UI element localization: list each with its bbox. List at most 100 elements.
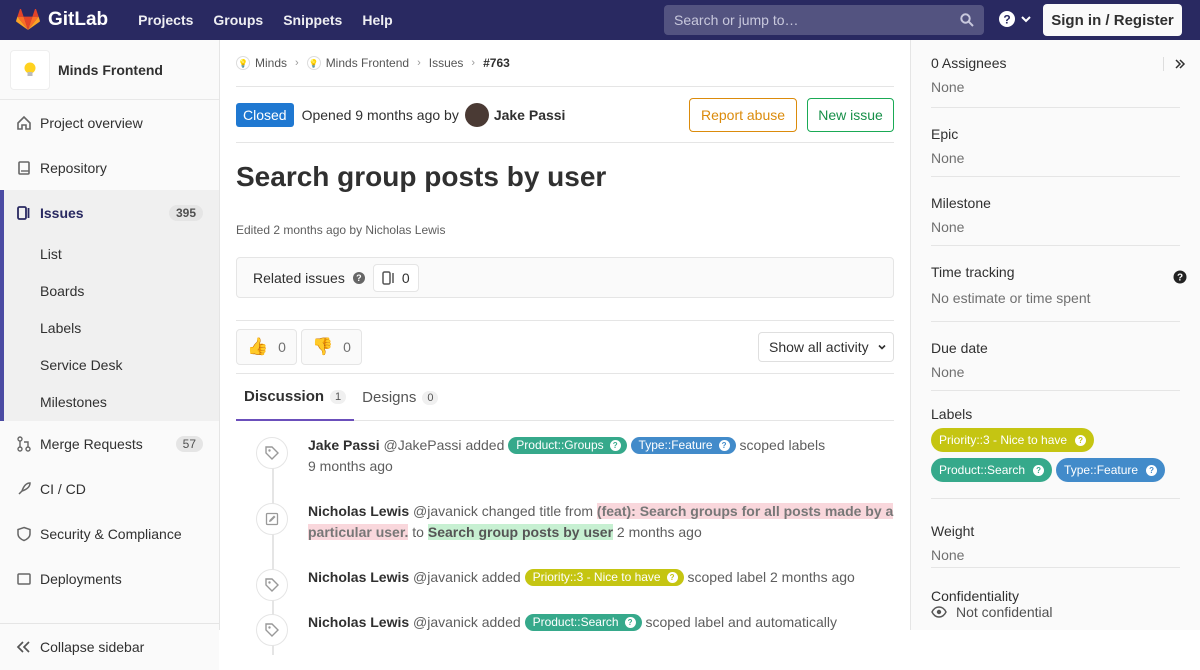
sidebar-item-deployments[interactable]: Deployments (0, 556, 219, 601)
question-icon[interactable]: ? (352, 271, 365, 284)
search-icon (960, 13, 974, 27)
note-handle[interactable]: @JakePassi (384, 437, 462, 453)
label-product-search[interactable]: Product::Search? (931, 458, 1053, 482)
lightbulb-icon (24, 62, 36, 76)
gitlab-logo[interactable]: GitLab (16, 9, 108, 31)
collapse-sidebar-button[interactable]: Collapse sidebar (0, 623, 219, 670)
time-tracking-block: Time tracking No estimate or time spent … (931, 246, 1187, 322)
note-to: to (412, 524, 424, 540)
weight-title: Weight (931, 523, 975, 539)
nav-snippets[interactable]: Snippets (283, 12, 342, 28)
question-icon: ? (718, 440, 730, 451)
new-title: Search group posts by user (427, 524, 614, 540)
note-action: added (481, 569, 521, 585)
note-time[interactable]: 2 months ago (617, 524, 702, 540)
avatar[interactable] (464, 102, 489, 127)
sidebar-issues-section: Issues 395 List Boards Labels Service De… (0, 190, 219, 421)
brand-name: GitLab (48, 9, 109, 30)
note-author[interactable]: Nicholas Lewis (308, 503, 409, 519)
issues-icon (16, 205, 32, 221)
sidebar-item-repository[interactable]: Repository (0, 145, 219, 190)
epic-title: Epic (931, 126, 959, 142)
nav-projects[interactable]: Projects (138, 12, 193, 28)
double-chevron-left-icon (16, 641, 30, 653)
label-text: Priority::3 - Nice to have (532, 570, 661, 584)
activity-filter-dropdown[interactable]: Show all activity (758, 332, 894, 362)
tab-designs[interactable]: Designs 0 (354, 374, 446, 421)
sidebar-subitem-boards[interactable]: Boards (4, 272, 219, 309)
related-issues-count[interactable]: 0 (372, 263, 419, 292)
help-dropdown[interactable]: ? (998, 10, 1032, 28)
sidebar-item-label: Issues (40, 204, 84, 221)
issue-author[interactable]: Jake Passi (494, 107, 566, 123)
note-handle[interactable]: @javanick (413, 569, 478, 585)
sidebar-item-issues[interactable]: Issues 395 (4, 190, 219, 235)
sidebar-item-merge-requests[interactable]: Merge Requests 57 (0, 421, 219, 466)
nav-help[interactable]: Help (362, 12, 392, 28)
issue-main: 💡 Minds › 💡 Minds Frontend › Issues › #7… (236, 40, 894, 657)
tag-icon (256, 437, 288, 469)
confidentiality-title: Confidentiality (931, 588, 1019, 604)
edited-text: Edited 2 months ago by Nicholas Lewis (236, 223, 446, 237)
note-author[interactable]: Jake Passi (308, 437, 380, 453)
project-avatar (10, 49, 50, 90)
due-date-block: Due date None (931, 322, 1180, 391)
tab-count: 1 (330, 389, 347, 404)
status-badge: Closed (236, 102, 294, 127)
sidebar-item-security[interactable]: Security & Compliance (0, 511, 219, 556)
signin-button[interactable]: Sign in / Register (1043, 4, 1182, 36)
epic-block: Epic None (931, 108, 1180, 177)
issues-count-badge: 395 (168, 204, 203, 221)
issues-icon (382, 270, 394, 285)
discussion-timeline: Jake Passi @JakePassi added Product::Gro… (236, 435, 894, 655)
system-note: Nicholas Lewis @javanick changed title f… (236, 501, 894, 543)
tab-count: 0 (422, 390, 439, 405)
note-time[interactable]: 9 months ago (308, 458, 393, 474)
tab-discussion[interactable]: Discussion 1 (236, 374, 355, 421)
system-note: Jake Passi @JakePassi added Product::Gro… (236, 435, 894, 477)
note-author[interactable]: Nicholas Lewis (308, 614, 409, 630)
breadcrumb-item[interactable]: Minds (255, 56, 287, 70)
search-input[interactable]: Search or jump to… (664, 5, 984, 35)
deploy-icon (16, 571, 32, 587)
question-icon: ? (999, 11, 1015, 27)
note-handle[interactable]: @javanick (413, 503, 478, 519)
thumbs-up-button[interactable]: 👍 0 (236, 329, 297, 365)
sidebar-subitem-milestones[interactable]: Milestones (4, 383, 219, 421)
issue-tabs: Discussion 1 Designs 0 (236, 373, 894, 421)
pencil-icon (256, 503, 288, 535)
label-type-feature[interactable]: Type::Feature? (1056, 458, 1166, 482)
nav-groups[interactable]: Groups (213, 12, 263, 28)
note-suffix: scoped label and automatically (645, 614, 837, 630)
breadcrumb-item[interactable]: Issues (429, 56, 464, 70)
breadcrumb-item[interactable]: Minds Frontend (326, 56, 409, 70)
breadcrumb-current[interactable]: #763 (483, 56, 510, 70)
system-note: Nicholas Lewis @javanick added Priority:… (236, 567, 894, 601)
report-abuse-button[interactable]: Report abuse (689, 98, 797, 132)
thumbs-down-button[interactable]: 👎 0 (301, 329, 362, 365)
related-issues-panel: Related issues ? 0 (236, 257, 894, 298)
label-text: Product::Groups (516, 438, 604, 452)
project-header[interactable]: Minds Frontend (0, 40, 219, 100)
sidebar-subitem-service-desk[interactable]: Service Desk (4, 346, 219, 383)
label-priority-3[interactable]: Priority::3 - Nice to have? (524, 569, 684, 586)
sidebar-item-ci-cd[interactable]: CI / CD (0, 466, 219, 511)
new-issue-button[interactable]: New issue (807, 98, 894, 132)
label-type-feature[interactable]: Type::Feature? (630, 437, 736, 454)
confidentiality-block: Confidentiality Not confidential (931, 568, 1180, 620)
label-product-search[interactable]: Product::Search? (524, 614, 642, 631)
question-icon: ? (624, 617, 636, 628)
eye-icon (931, 606, 947, 618)
expand-sidebar-icon[interactable] (1174, 58, 1186, 70)
question-icon[interactable]: ? (1173, 270, 1187, 284)
note-handle[interactable]: @javanick (413, 614, 478, 630)
weight-block: Weight None (931, 499, 1180, 568)
note-author[interactable]: Nicholas Lewis (308, 569, 409, 585)
sidebar-subitem-list[interactable]: List (4, 235, 219, 272)
due-date-title: Due date (931, 340, 988, 356)
label-product-groups[interactable]: Product::Groups? (508, 437, 627, 454)
label-priority-3[interactable]: Priority::3 - Nice to have? (931, 428, 1095, 452)
sidebar-item-project-overview[interactable]: Project overview (0, 100, 219, 145)
breadcrumb-separator-icon: › (471, 57, 476, 69)
sidebar-subitem-labels[interactable]: Labels (4, 309, 219, 346)
